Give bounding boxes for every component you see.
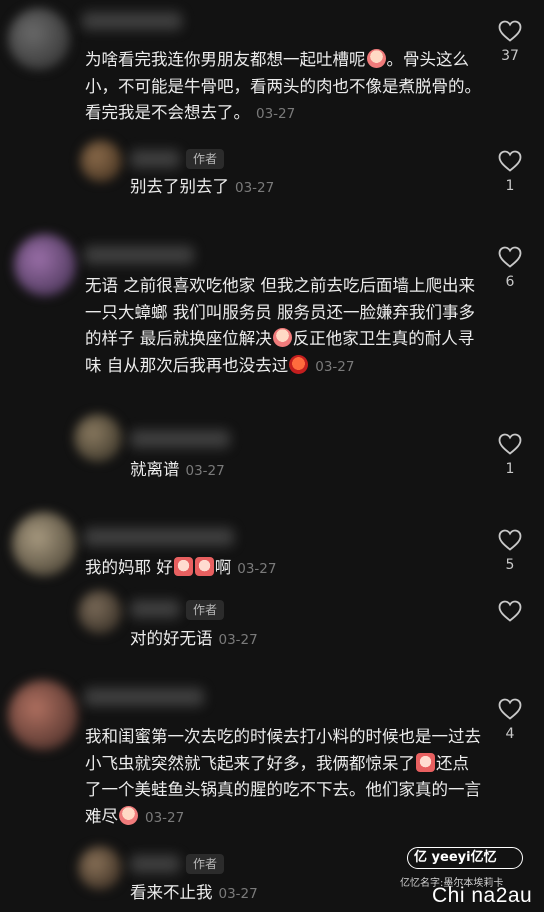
sob-emoji-icon (194, 557, 214, 576)
heart-icon (498, 600, 522, 622)
heart-icon (498, 433, 522, 455)
reply-text: 就离谱 03-27 (130, 460, 225, 479)
like-button[interactable]: 6 (490, 246, 530, 290)
sob-emoji-icon (272, 328, 292, 347)
username-blurred[interactable] (130, 855, 180, 873)
comment-time: 03-27 (315, 358, 355, 375)
sob-emoji-icon (119, 805, 138, 825)
like-button[interactable]: 5 (490, 529, 530, 573)
like-count: 4 (505, 726, 515, 742)
heart-icon (498, 150, 522, 172)
comment-time: 03-27 (218, 632, 258, 648)
avatar[interactable] (12, 512, 76, 576)
comment-time: 03-27 (235, 180, 275, 196)
like-button[interactable]: 1 (490, 150, 530, 194)
angry-emoji-icon (289, 354, 309, 374)
like-count: 6 (505, 274, 515, 290)
watermark-site: Chi na2au (432, 884, 533, 907)
comment-time: 03-27 (237, 561, 277, 577)
username-blurred[interactable] (84, 528, 234, 546)
like-button[interactable]: 4 (490, 698, 530, 742)
username-blurred[interactable] (130, 150, 180, 168)
watermark-badge: 亿 yeeyi亿忆 (407, 847, 523, 869)
sob-emoji-icon (416, 752, 435, 772)
avatar[interactable] (78, 590, 122, 634)
author-badge: 作者 (186, 600, 225, 620)
avatar[interactable] (80, 140, 122, 182)
heart-icon (498, 246, 522, 268)
sob-emoji-icon (366, 49, 386, 68)
comment-time: 03-27 (256, 106, 296, 122)
like-button[interactable] (490, 600, 530, 622)
author-badge: 作者 (186, 149, 225, 169)
avatar[interactable] (74, 414, 122, 462)
like-button[interactable]: 37 (490, 20, 530, 64)
comment-text: 为啥看完我连你男朋友都想一起吐槽呢 。骨头这么小，不可能是牛骨吧，看两头的肉也不像… (85, 49, 481, 122)
username-blurred[interactable] (84, 246, 194, 264)
like-count: 37 (501, 48, 519, 64)
like-count: 5 (505, 557, 515, 573)
comment-text: 我和闺蜜第一次去吃的时候去打小料的时候也是一过去小飞虫就突然就飞起来了好多，我俩… (85, 727, 481, 826)
comment-text: 我的妈耶 好啊 03-27 (85, 557, 277, 577)
comment-time: 03-27 (185, 463, 225, 479)
like-count: 1 (505, 461, 515, 477)
username-blurred[interactable] (84, 688, 204, 706)
username-blurred[interactable] (130, 430, 230, 448)
heart-icon (498, 20, 522, 42)
reply-text: 别去了别去了 03-27 (130, 177, 275, 196)
sob-emoji-icon (173, 557, 193, 576)
heart-icon (498, 698, 522, 720)
like-count: 1 (505, 178, 515, 194)
username-blurred[interactable] (82, 12, 182, 30)
like-button[interactable]: 1 (490, 433, 530, 477)
comment-time: 03-27 (145, 809, 185, 826)
username-blurred[interactable] (130, 600, 180, 618)
author-badge: 作者 (186, 854, 225, 874)
comment-text: 无语 之前很喜欢吃他家 但我之前去吃后面墙上爬出来一只大蟑螂 我们叫服务员 服务… (85, 276, 475, 375)
comment-time: 03-27 (218, 886, 258, 902)
comment-feed: 为啥看完我连你男朋友都想一起吐槽呢 。骨头这么小，不可能是牛骨吧，看两头的肉也不像… (0, 0, 544, 912)
reply-text: 对的好无语 03-27 (130, 629, 258, 648)
heart-icon (498, 529, 522, 551)
avatar[interactable] (14, 234, 76, 296)
avatar[interactable] (78, 846, 122, 890)
avatar[interactable] (8, 8, 70, 70)
avatar[interactable] (8, 680, 78, 750)
